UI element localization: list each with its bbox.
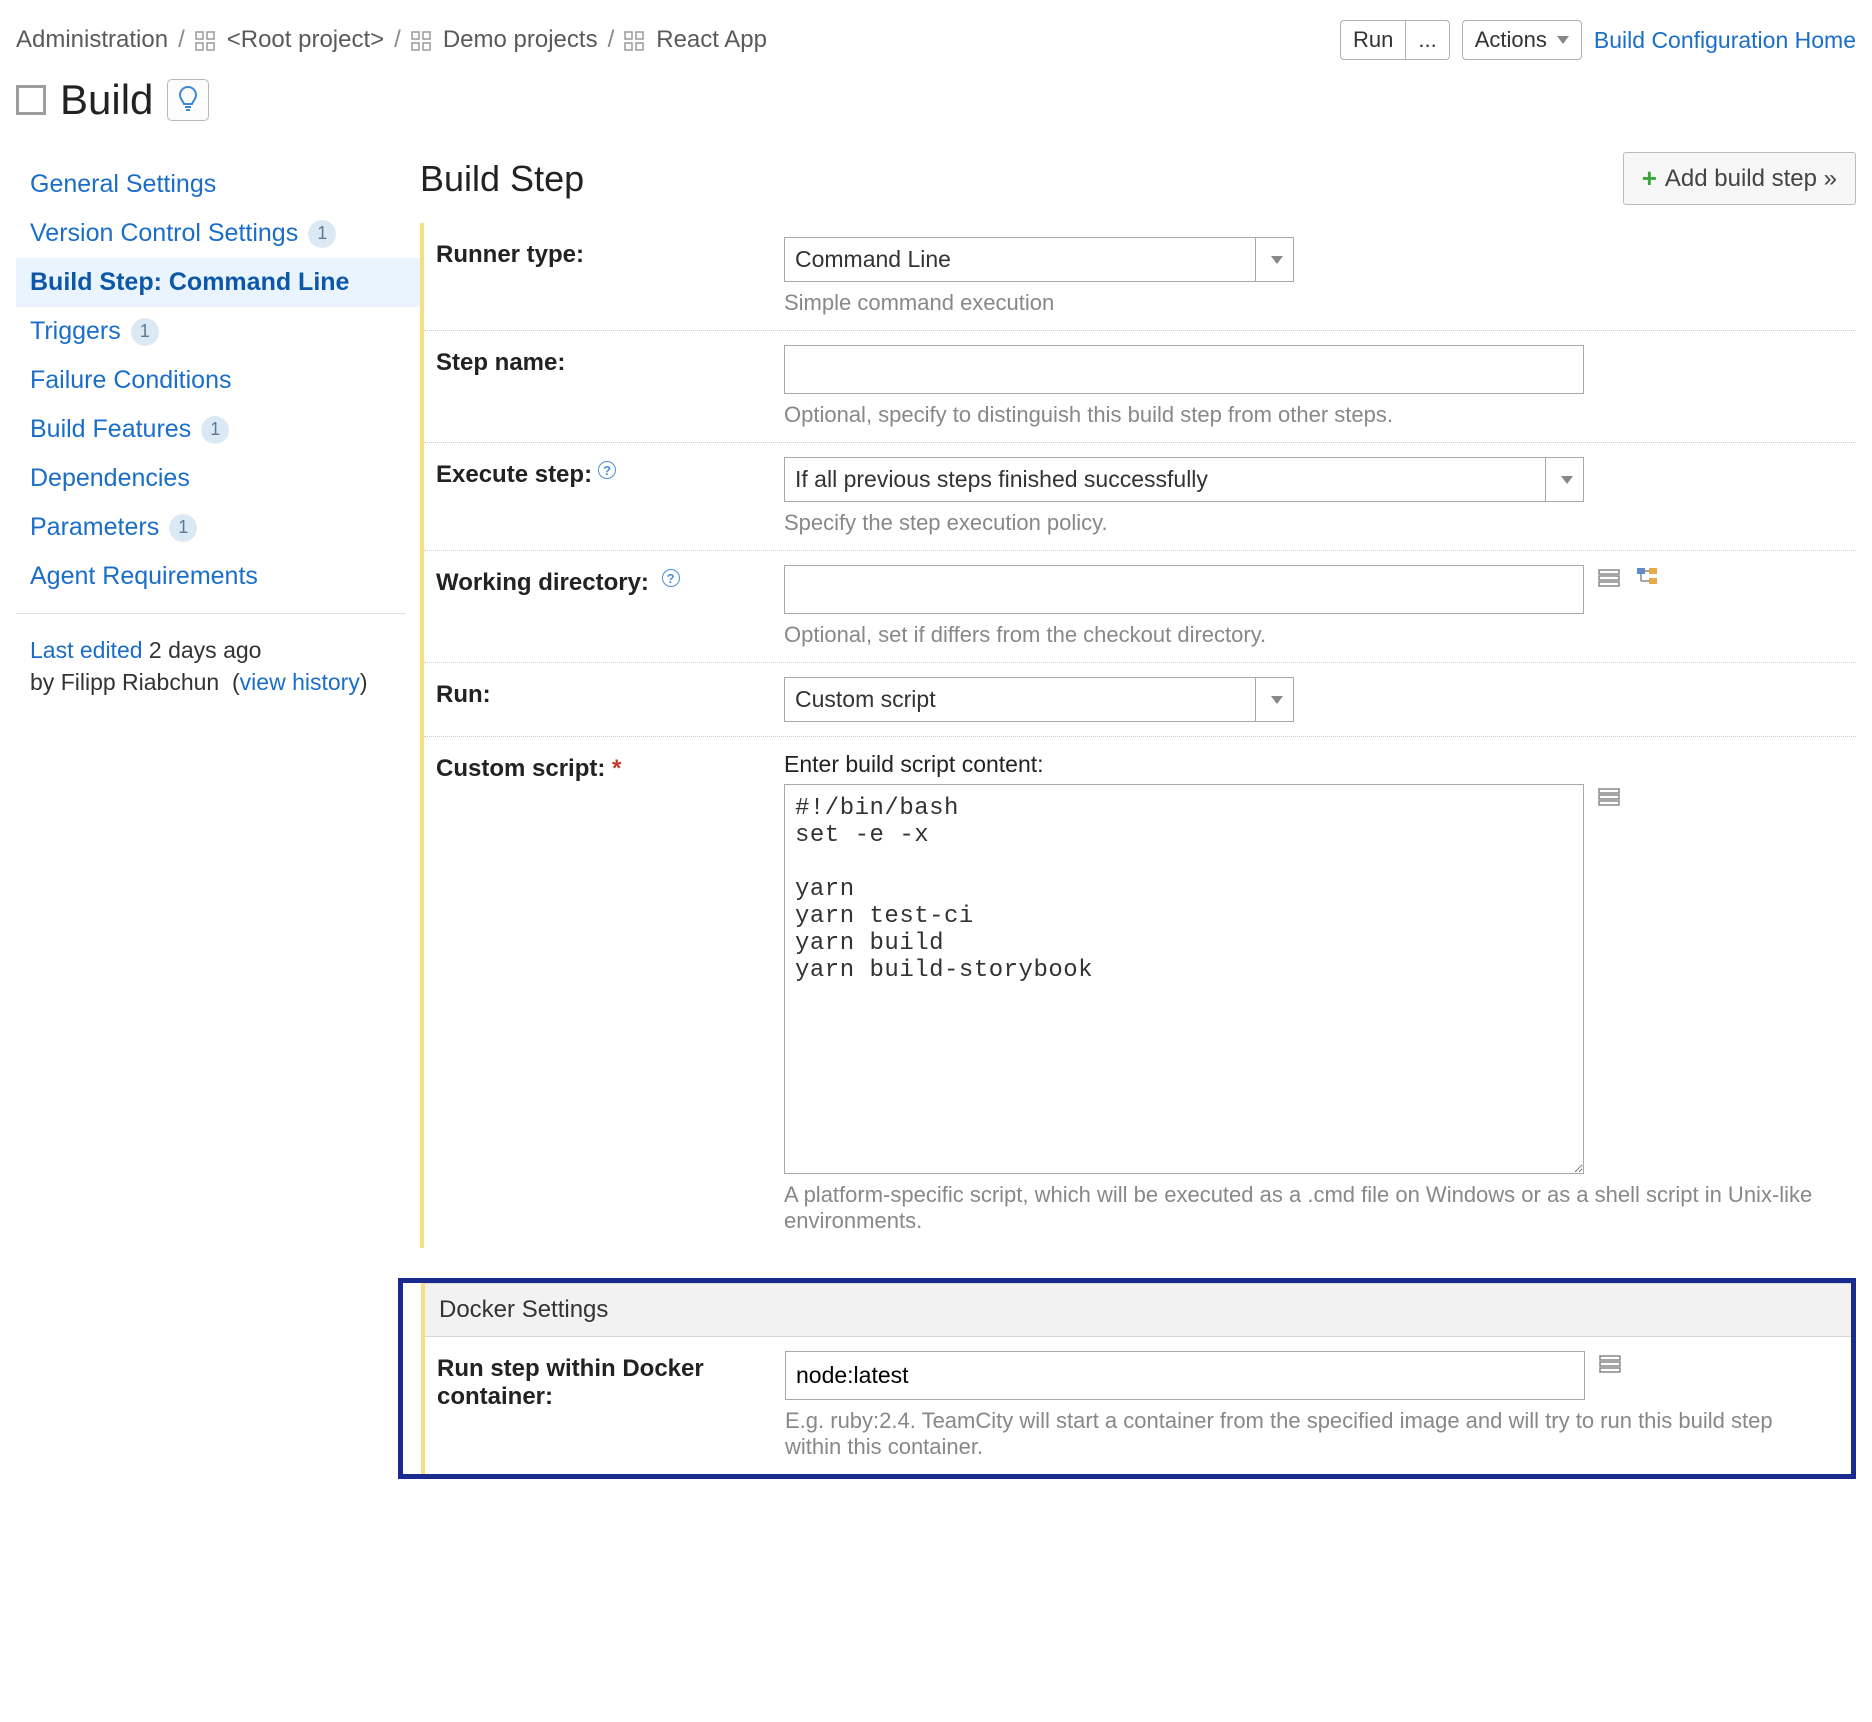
step-name-label: Step name: [436, 345, 784, 428]
runner-type-help: Simple command execution [784, 290, 1836, 316]
sidebar-item-parameters[interactable]: Parameters 1 [16, 503, 420, 552]
working-dir-input[interactable] [784, 565, 1584, 614]
execute-step-select[interactable]: If all previous steps finished successfu… [784, 457, 1584, 502]
execute-step-label: Execute step:? [436, 457, 784, 536]
docker-highlight: Docker Settings Run step within Docker c… [398, 1278, 1856, 1479]
docker-section: Docker Settings Run step within Docker c… [421, 1283, 1851, 1474]
working-dir-label: Working directory: ? [436, 565, 784, 648]
run-label: Run: [436, 677, 784, 722]
count-badge: 1 [201, 416, 229, 444]
plus-icon: + [1642, 163, 1657, 194]
step-name-help: Optional, specify to distinguish this bu… [784, 402, 1836, 428]
vars-icon[interactable] [1596, 565, 1622, 591]
main: Build Step + Add build step » Runner typ… [420, 142, 1856, 1479]
sidebar-item-agent-reqs[interactable]: Agent Requirements [16, 552, 420, 601]
run-button-group: Run ... [1340, 20, 1450, 60]
build-config-home-link[interactable]: Build Configuration Home [1594, 27, 1856, 54]
last-edited-meta: Last edited 2 days ago by Filipp Riabchu… [16, 626, 420, 706]
breadcrumb-item-0[interactable]: <Root project> [227, 26, 384, 54]
sidebar-item-label: Build Features [30, 415, 191, 444]
sidebar-item-vcs[interactable]: Version Control Settings 1 [16, 209, 420, 258]
lightbulb-icon [177, 85, 199, 115]
breadcrumb-item-2[interactable]: React App [656, 26, 767, 54]
run-more-button[interactable]: ... [1406, 20, 1449, 60]
custom-script-textarea[interactable] [784, 784, 1584, 1174]
working-dir-help: Optional, set if differs from the checko… [784, 622, 1836, 648]
main-heading: Build Step [420, 158, 1623, 200]
sidebar: General Settings Version Control Setting… [16, 142, 420, 1479]
count-badge: 1 [308, 220, 336, 248]
sidebar-item-label: Dependencies [30, 464, 190, 493]
vars-icon[interactable] [1596, 784, 1622, 810]
page-title: Build [60, 76, 153, 124]
sidebar-item-failure[interactable]: Failure Conditions [16, 356, 420, 405]
sidebar-item-build-step[interactable]: Build Step: Command Line [16, 258, 420, 307]
help-icon[interactable]: ? [662, 569, 680, 587]
breadcrumb-root[interactable]: Administration [16, 26, 168, 54]
run-select[interactable]: Custom script [784, 677, 1294, 722]
sidebar-item-features[interactable]: Build Features 1 [16, 405, 420, 454]
count-badge: 1 [169, 514, 197, 542]
required-icon: * [612, 755, 621, 782]
chevron-down-icon [1255, 678, 1293, 721]
chevron-down-icon [1557, 36, 1569, 44]
custom-script-help: A platform-specific script, which will b… [784, 1182, 1836, 1234]
docker-header: Docker Settings [425, 1283, 1851, 1337]
chevron-down-icon [1255, 238, 1293, 281]
sidebar-item-label: Build Step: Command Line [30, 268, 349, 297]
custom-script-label: Custom script: * [436, 751, 784, 1234]
docker-container-label: Run step within Docker container: [437, 1351, 785, 1460]
help-icon[interactable]: ? [598, 461, 616, 479]
script-above-label: Enter build script content: [784, 751, 1836, 778]
docker-image-input[interactable] [785, 1351, 1585, 1400]
chevron-down-icon [1545, 458, 1583, 501]
project-icon [411, 30, 431, 50]
sidebar-item-label: Triggers [30, 317, 121, 346]
sidebar-item-label: Parameters [30, 513, 159, 542]
run-button[interactable]: Run [1340, 20, 1406, 60]
sidebar-item-label: Agent Requirements [30, 562, 258, 591]
actions-button[interactable]: Actions [1462, 20, 1582, 60]
build-type-icon [16, 85, 46, 115]
add-build-step-button[interactable]: + Add build step » [1623, 152, 1856, 205]
title-row: Build [0, 70, 1872, 142]
sidebar-item-label: Version Control Settings [30, 219, 298, 248]
breadcrumb: Administration / <Root project> / Demo p… [16, 26, 1340, 54]
sidebar-item-general[interactable]: General Settings [16, 160, 420, 209]
count-badge: 1 [131, 318, 159, 346]
sidebar-item-label: General Settings [30, 170, 216, 199]
last-edited-link[interactable]: Last edited [30, 637, 143, 663]
tree-icon[interactable] [1634, 565, 1660, 591]
runner-type-label: Runner type: [436, 237, 784, 316]
project-icon [624, 30, 644, 50]
view-history-link[interactable]: view history [240, 669, 360, 695]
execute-step-help: Specify the step execution policy. [784, 510, 1836, 536]
runner-type-select[interactable]: Command Line [784, 237, 1294, 282]
docker-help: E.g. ruby:2.4. TeamCity will start a con… [785, 1408, 1831, 1460]
vars-icon[interactable] [1597, 1351, 1623, 1377]
topbar: Administration / <Root project> / Demo p… [0, 0, 1872, 70]
sidebar-item-label: Failure Conditions [30, 366, 232, 395]
step-name-input[interactable] [784, 345, 1584, 394]
sidebar-item-triggers[interactable]: Triggers 1 [16, 307, 420, 356]
project-icon [195, 30, 215, 50]
form-section: Runner type: Command Line Simple command… [420, 223, 1856, 1248]
sidebar-item-dependencies[interactable]: Dependencies [16, 454, 420, 503]
suggestions-button[interactable] [167, 79, 209, 121]
breadcrumb-item-1[interactable]: Demo projects [443, 26, 598, 54]
